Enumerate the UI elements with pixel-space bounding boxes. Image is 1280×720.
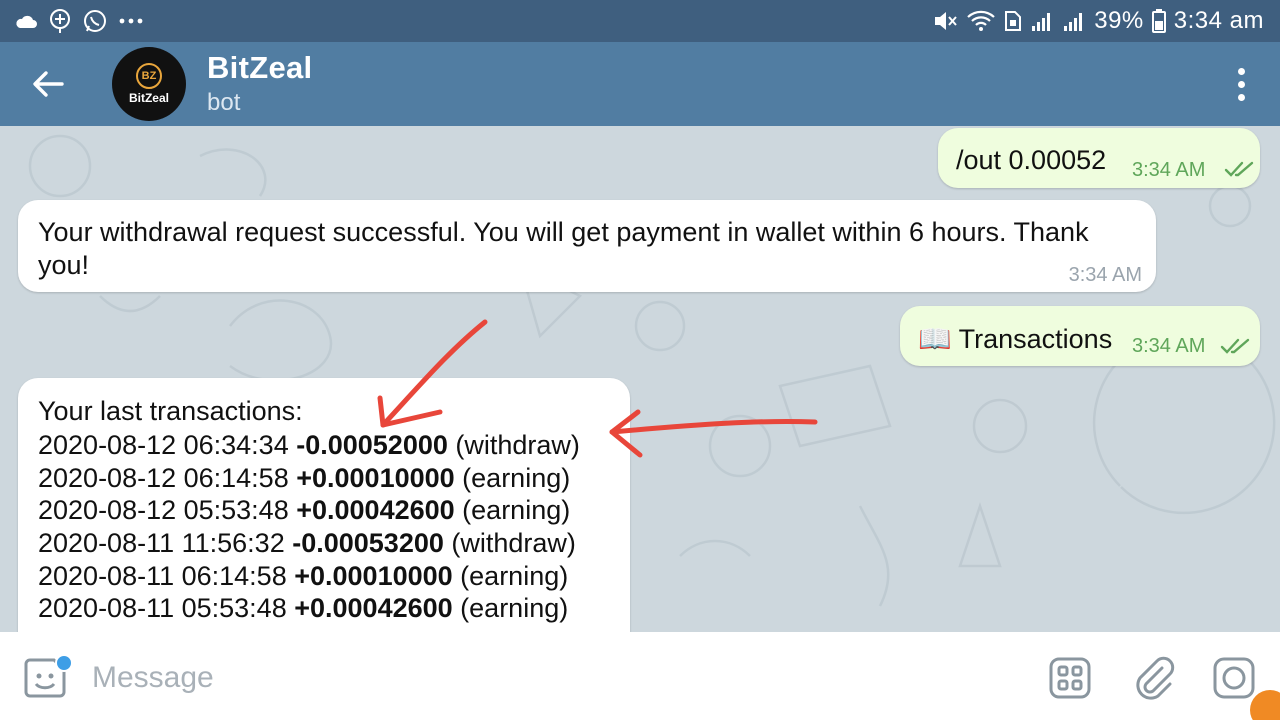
more-vertical-icon <box>1237 67 1245 75</box>
message-input-bar <box>0 632 1280 720</box>
transaction-type: (earning) <box>460 593 569 624</box>
chat-subtitle: bot <box>207 89 241 116</box>
sim-icon <box>1004 10 1022 32</box>
avatar[interactable]: BZ BitZeal <box>112 47 186 121</box>
battery-icon <box>1151 9 1166 33</box>
transaction-row: 2020-08-12 06:34:34 -0.00052000 (withdra… <box>38 429 580 462</box>
transaction-row: 2020-08-11 06:14:58 +0.00010000 (earning… <box>38 560 580 593</box>
double-check-icon <box>1224 161 1254 177</box>
bitzeal-logo-icon: BZ <box>136 63 162 89</box>
notification-dot <box>55 654 73 672</box>
more-menu-button[interactable] <box>1226 64 1256 104</box>
transaction-type: (earning) <box>462 462 571 493</box>
wifi-icon <box>966 9 996 33</box>
message-time: 3:34 AM <box>1132 335 1206 357</box>
outgoing-message[interactable]: /out 0.00052 3:34 AM <box>938 128 1260 188</box>
message-text: 📖 Transactions <box>918 323 1112 355</box>
outgoing-message[interactable]: 📖 Transactions <box>900 306 1260 366</box>
transaction-row: 2020-08-12 05:53:48 +0.00042600 (earning… <box>38 494 580 527</box>
bot-commands-icon[interactable] <box>1048 656 1092 700</box>
paperclip-icon[interactable] <box>1132 656 1176 700</box>
message-text: /out 0.00052 <box>956 145 1107 175</box>
double-check-icon <box>1220 338 1250 354</box>
chat-header: BZ BitZeal BitZeal bot <box>0 42 1280 126</box>
avatar-label: BitZeal <box>128 91 169 105</box>
transaction-type: (earning) <box>460 560 569 591</box>
status-bar: 39% 3:34 am <box>0 0 1280 42</box>
camera-icon[interactable] <box>1212 656 1256 700</box>
status-time: 3:34 am <box>1173 7 1264 34</box>
transaction-datetime: 2020-08-11 11:56:32 <box>38 528 285 559</box>
transaction-type: (withdraw) <box>451 528 576 559</box>
transaction-type: (withdraw) <box>455 430 580 460</box>
transaction-row: 2020-08-12 06:14:58 +0.00010000 (earning… <box>38 462 580 495</box>
transaction-amount: -0.00052000 <box>296 430 448 460</box>
chat-title[interactable]: BitZeal <box>207 50 312 86</box>
transaction-amount: -0.00053200 <box>292 528 444 559</box>
transaction-datetime: 2020-08-12 06:34:34 <box>38 430 289 460</box>
message-text: Your withdrawal request successful. You … <box>38 217 1089 280</box>
transaction-datetime: 2020-08-12 06:14:58 <box>38 462 289 493</box>
transaction-datetime: 2020-08-11 06:14:58 <box>38 560 287 591</box>
whatsapp-icon <box>82 8 108 34</box>
transaction-row: 2020-08-11 11:56:32 -0.00053200 (withdra… <box>38 527 580 560</box>
gps-add-icon <box>48 8 72 34</box>
transaction-row: 2020-08-11 05:53:48 +0.00042600 (earning… <box>38 592 580 625</box>
arrow-left-icon <box>33 71 64 97</box>
message-time: 3:34 AM <box>1068 264 1142 286</box>
book-icon: 📖 <box>918 324 952 354</box>
transaction-amount: +0.00010000 <box>296 462 455 493</box>
transaction-amount: +0.00010000 <box>294 560 453 591</box>
incoming-message[interactable]: Your withdrawal request successful. You … <box>18 200 1156 292</box>
transaction-datetime: 2020-08-11 05:53:48 <box>38 593 287 624</box>
transaction-datetime: 2020-08-12 05:53:48 <box>38 495 289 526</box>
transactions-list: 2020-08-12 06:34:34 -0.00052000 (withdra… <box>38 429 580 625</box>
chat-area[interactable]: /out 0.00052 3:34 AM Your withdrawal req… <box>0 126 1280 632</box>
message-label: Transactions <box>958 324 1113 354</box>
cloud-icon <box>14 13 38 29</box>
signal-1-icon <box>1030 10 1054 32</box>
transaction-amount: +0.00042600 <box>296 495 455 526</box>
transactions-heading: Your last transactions: <box>38 396 303 426</box>
transaction-amount: +0.00042600 <box>294 593 453 624</box>
back-button[interactable] <box>24 60 72 108</box>
message-input[interactable] <box>92 656 992 700</box>
status-right-icons: 39% 3:34 am <box>932 6 1264 36</box>
signal-2-icon <box>1062 10 1086 32</box>
mute-icon <box>932 9 958 33</box>
status-left-icons <box>14 6 144 36</box>
battery-percent: 39% <box>1094 7 1144 34</box>
transactions-message[interactable]: Your last transactions: 2020-08-12 06:34… <box>18 378 630 632</box>
message-time: 3:34 AM <box>1132 159 1206 181</box>
more-notifications-icon <box>118 17 144 25</box>
transaction-type: (earning) <box>462 495 571 526</box>
